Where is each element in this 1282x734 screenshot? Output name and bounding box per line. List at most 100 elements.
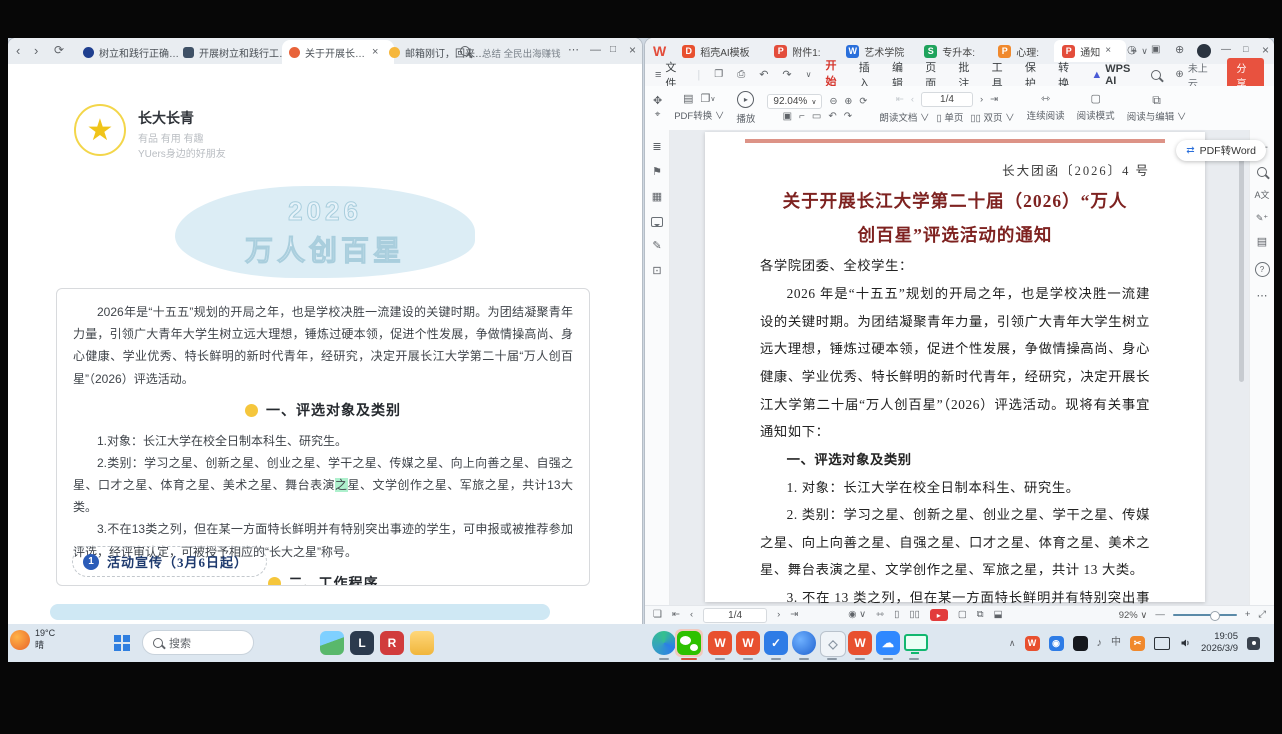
play-group[interactable]: ▸ 播放 <box>736 91 755 125</box>
sign-icon[interactable]: ✎⁺ <box>1256 214 1268 223</box>
account-name[interactable]: 长大长青 <box>138 108 194 128</box>
screen-cast-icon[interactable] <box>904 634 928 651</box>
ime-icon[interactable]: 中 <box>1111 638 1121 648</box>
zoom-in-icon[interactable]: + <box>1245 610 1251 620</box>
next-page-icon[interactable]: › <box>777 610 780 620</box>
translate-icon[interactable]: A文 <box>1254 191 1269 200</box>
zoom-out-icon[interactable]: ⊖ <box>829 97 837 107</box>
search-icon[interactable] <box>1151 70 1161 80</box>
pdf-convert-group[interactable]: ▤ ❐∨ PDF转换 ∨ <box>674 94 724 122</box>
network-icon[interactable] <box>1154 637 1170 650</box>
last-page-icon[interactable]: ⇥ <box>790 610 798 620</box>
sidebar-toggle-icon[interactable]: ❏ <box>653 610 662 620</box>
close-button[interactable]: × <box>1262 44 1269 56</box>
maximize-button[interactable]: □ <box>610 45 616 55</box>
read-mode-icon[interactable]: ▢ <box>958 610 967 620</box>
read-edit-group[interactable]: ⧉ 阅读与编辑 ∨ <box>1127 94 1187 123</box>
image-convert-icon[interactable]: ▤ <box>683 94 693 105</box>
double-page-button[interactable]: ▯▯ 双页 ∨ <box>970 110 1014 124</box>
play-icon[interactable]: ▸ <box>737 91 754 108</box>
help-icon[interactable]: ? <box>1255 262 1270 277</box>
fit-width-icon[interactable]: ⇿ <box>876 610 884 620</box>
open-icon[interactable]: ❐ <box>714 70 723 80</box>
rotate-icon[interactable]: ⟳ <box>859 97 867 107</box>
zoom-slider[interactable] <box>1173 614 1237 616</box>
app-l-icon[interactable]: L <box>350 631 374 655</box>
read-mode-group[interactable]: ▢ 阅读模式 <box>1077 94 1115 122</box>
next-page-icon[interactable]: › <box>980 95 983 105</box>
minimize-button[interactable]: — <box>1221 45 1231 55</box>
fit-page-icon[interactable]: ⌐ <box>799 112 805 122</box>
first-page-icon[interactable]: ⇤ <box>672 610 680 620</box>
wps-ai-button[interactable]: ▲ WPS AI <box>1091 63 1137 87</box>
security-shield-icon[interactable]: ✓ <box>764 631 788 655</box>
presentation-icon[interactable]: ▸ <box>930 609 948 621</box>
widgets-icon[interactable] <box>320 631 344 655</box>
pdf-to-word-button[interactable]: ⇄ PDF转Word <box>1176 140 1266 161</box>
annotation-mode-icon[interactable]: ▤ <box>1257 237 1267 248</box>
read-doc-button[interactable]: 朗读文档 ∨ <box>879 110 929 124</box>
prev-page-icon[interactable]: ‹ <box>690 610 693 620</box>
annotation-list-icon[interactable]: ≣ <box>652 142 661 153</box>
tab-close-icon[interactable]: × <box>372 47 378 58</box>
wps-writer-icon[interactable]: W <box>708 631 732 655</box>
more-menu-icon[interactable]: ⋯ <box>568 45 580 56</box>
clock[interactable]: 19:05 2026/3/9 <box>1201 631 1238 656</box>
comment-icon[interactable] <box>651 217 663 227</box>
thumbnail-icon[interactable]: ▦ <box>652 192 662 203</box>
wps-tab-1[interactable]: D 稻壳AI模板 <box>674 40 766 62</box>
stamp-icon[interactable]: ⊡ <box>652 266 661 277</box>
undo-icon[interactable]: ↶ <box>759 70 768 81</box>
export-icon[interactable]: ❐∨ <box>701 94 716 105</box>
search-icon[interactable] <box>460 46 470 56</box>
wechat-icon[interactable] <box>677 631 701 655</box>
notification-icon[interactable] <box>1247 637 1260 650</box>
single-page-button[interactable]: ▯ 单页 <box>937 110 964 124</box>
volume-icon[interactable] <box>1179 637 1192 649</box>
tray-security-icon[interactable]: ◉ <box>1049 636 1064 651</box>
rotate-view-icon[interactable]: ⬓ <box>994 610 1003 620</box>
cloud-drive-icon[interactable]: ☁ <box>876 631 900 655</box>
community-icon[interactable]: ⊕ <box>1175 45 1184 56</box>
hex-app-icon[interactable]: ◇ <box>820 631 846 657</box>
signature-icon[interactable]: ✎ <box>652 241 661 252</box>
more-tools-icon[interactable]: ⋯ <box>1257 291 1268 302</box>
rotate-left-icon[interactable]: ↶ <box>828 112 836 122</box>
double-page-icon[interactable]: ▯▯ <box>909 610 919 620</box>
microphone-icon[interactable]: ♪ <box>1097 638 1103 649</box>
tray-capture-icon[interactable]: ✂ <box>1130 636 1145 651</box>
print-icon[interactable]: ⎙ <box>737 70 745 80</box>
file-explorer-icon[interactable] <box>410 631 434 655</box>
status-page-indicator[interactable]: 1/4 <box>703 608 767 623</box>
browser-globe-icon[interactable] <box>792 631 816 655</box>
tab-close-icon[interactable]: × <box>1105 46 1111 56</box>
tray-wps-icon[interactable]: W <box>1025 636 1040 651</box>
page-number-input[interactable]: 1/4 <box>921 92 973 107</box>
bookmark-icon[interactable]: ⚑ <box>652 167 662 178</box>
edge-icon[interactable] <box>652 631 676 655</box>
single-page-icon[interactable]: ▯ <box>894 610 899 620</box>
wps-logo[interactable]: W <box>653 43 666 59</box>
forward-icon[interactable]: › <box>34 44 38 57</box>
chevron-down-icon[interactable]: ∨ <box>806 71 812 79</box>
find-icon[interactable] <box>1257 167 1267 177</box>
wps-office-icon[interactable]: W <box>848 631 872 655</box>
hand-tool-icon[interactable]: ✥ <box>653 96 662 107</box>
zoom-out-icon[interactable]: — <box>1155 610 1165 620</box>
prev-page-icon[interactable]: ‹ <box>911 95 914 105</box>
first-page-icon[interactable]: ⇤ <box>896 95 904 105</box>
last-page-icon[interactable]: ⇥ <box>990 95 998 105</box>
weather-widget[interactable]: 19°C 晴 <box>10 628 55 651</box>
tab-list-chevron-icon[interactable]: ∨ <box>1141 47 1148 56</box>
rotate-right-icon[interactable]: ↷ <box>844 112 852 122</box>
minimize-button[interactable]: — <box>590 45 601 56</box>
vertical-scrollbar[interactable] <box>1239 142 1244 382</box>
workspace-icon[interactable]: ▣ <box>1151 45 1160 55</box>
summarize-extension[interactable]: 总结 全民出海赚钱 <box>482 46 561 60</box>
continuous-group[interactable]: ⇿ 连续阅读 <box>1027 94 1065 122</box>
select-tool-icon[interactable]: ⌖ <box>655 110 661 120</box>
zoom-percent[interactable]: 92% ∨ <box>1119 610 1148 621</box>
history-icon[interactable]: ◷ <box>1127 45 1137 56</box>
app-red-icon[interactable]: R <box>380 631 404 655</box>
side-by-side-icon[interactable]: ⧉ <box>977 610 984 620</box>
